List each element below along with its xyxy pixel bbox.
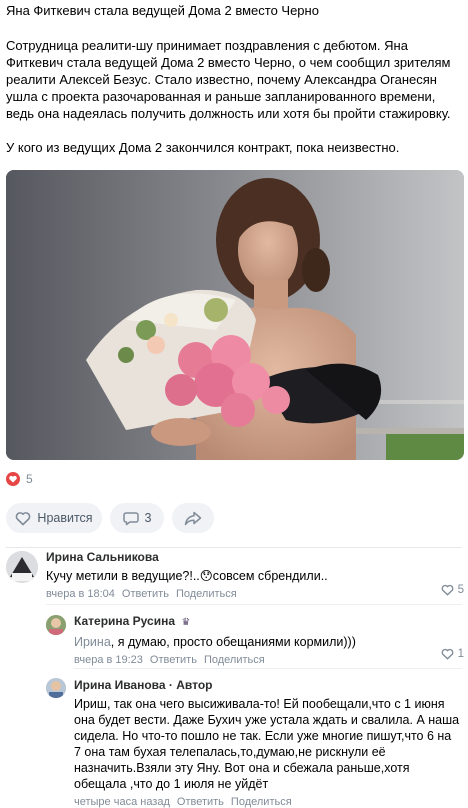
comment-author[interactable]: Ирина Иванова · Автор [74,678,460,692]
post-paragraph: У кого из ведущих Дома 2 закончился конт… [6,140,400,155]
reply-link[interactable]: Ответить [122,588,169,600]
author-badge: · Автор [165,678,213,692]
comment-text-body: , я думаю, просто обещаниями кормили))) [110,635,356,649]
avatar[interactable] [46,678,66,698]
avatar[interactable] [6,551,38,583]
comment: Катерина Русина ♛ Ирина, я думаю, просто… [0,610,468,666]
comment-author[interactable]: Катерина Русина ♛ [74,614,438,630]
mention-link[interactable]: Ирина [74,635,111,649]
post-body: Сотрудница реалити-шу принимает поздравл… [6,37,462,156]
comment-author-name[interactable]: Катерина Русина [74,614,175,628]
comments-button[interactable]: 3 [110,503,164,533]
comment-meta: вчера в 18:04 Ответить Поделиться [46,588,438,600]
heart-outline-icon [441,584,453,596]
heart-outline-icon [441,648,453,660]
comment-text: Ириш, так она чего высиживала-то! Ей поо… [74,697,460,791]
comment-like-count: 1 [457,648,464,660]
comment-meta: вчера в 19:23 Ответить Поделиться [74,654,438,666]
avatar[interactable] [46,615,66,635]
avatar-image [6,551,38,583]
avatar-image [46,615,66,635]
post-paragraph: Сотрудница реалити-шу принимает поздравл… [6,38,451,121]
comment-author[interactable]: Ирина Сальникова [46,550,438,564]
comment-time[interactable]: вчера в 19:23 [74,654,143,666]
comment-text: Ирина, я думаю, просто обещаниями кормил… [74,634,438,650]
likes-count: 5 [26,472,33,486]
share-link[interactable]: Поделиться [204,654,265,666]
comment-like[interactable]: 5 [441,584,464,596]
heart-icon [6,472,20,486]
comment-text: Кучу метили в ведущие?!..😯совсем сбренди… [46,569,328,583]
comment-icon [122,511,139,525]
comment-like[interactable]: 1 [441,648,464,660]
post-title: Яна Фиткевич стала ведущей Дома 2 вместо… [6,3,319,18]
comment-meta: четыре часа назад Ответить Поделиться [74,796,460,808]
post: Яна Фиткевич стала ведущей Дома 2 вместо… [0,0,468,548]
comment: Ирина Иванова · Автор Ириш, так она чего… [0,674,468,808]
share-link[interactable]: Поделиться [176,588,237,600]
post-actions: Нравится 3 [6,503,462,533]
photo-illustration [6,170,464,460]
likes-summary[interactable]: 5 [6,470,462,488]
share-icon [184,511,202,525]
comment-time[interactable]: вчера в 18:04 [46,588,115,600]
like-button-label: Нравится [37,511,93,525]
divider [74,668,462,669]
crown-icon: ♛ [181,617,191,628]
share-button[interactable] [172,503,214,533]
comment: Ирина Сальникова Кучу метили в ведущие?!… [0,546,468,602]
reply-link[interactable]: Ответить [150,654,197,666]
like-button[interactable]: Нравится [6,503,102,533]
comment-time[interactable]: четыре часа назад [74,796,170,808]
avatar-image [46,678,66,698]
comment-author-name[interactable]: Ирина Иванова [74,678,166,692]
post-photo[interactable] [6,170,464,460]
divider [46,604,462,605]
comment-like-count: 5 [457,584,464,596]
comments-count: 3 [144,511,152,525]
reply-link[interactable]: Ответить [177,796,224,808]
share-link[interactable]: Поделиться [231,796,292,808]
heart-outline-icon [16,511,31,525]
